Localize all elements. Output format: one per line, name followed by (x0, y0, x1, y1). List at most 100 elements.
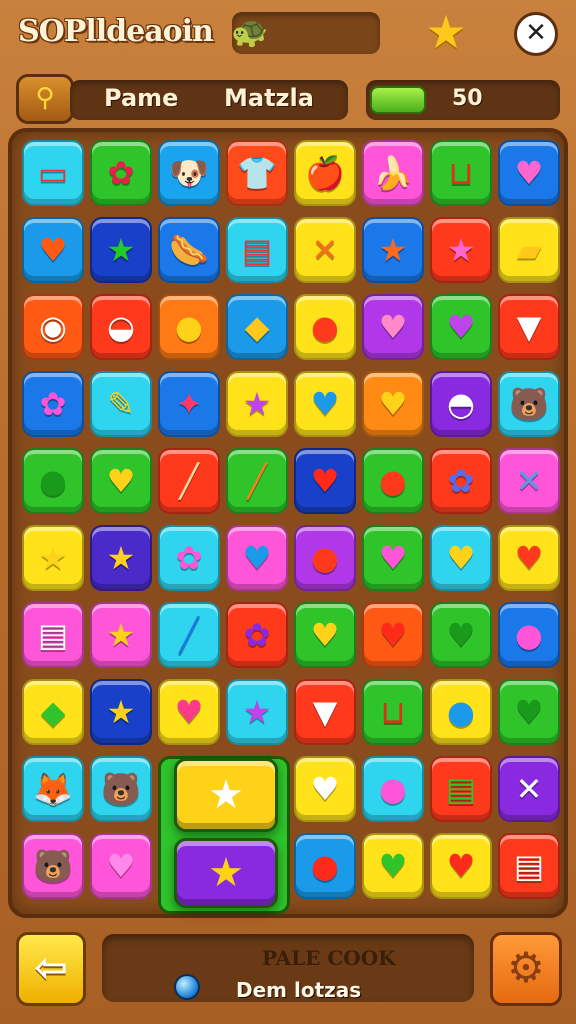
candy-tile[interactable]: ▤ (430, 756, 492, 822)
candy-tile[interactable]: ✿ (158, 525, 220, 591)
candy-tile[interactable]: ★ (362, 217, 424, 283)
candy-tile[interactable]: 🍌 (362, 140, 424, 206)
candy-tile[interactable]: ★ (90, 217, 152, 283)
blue-gem-icon (174, 974, 200, 1000)
candy-tile[interactable]: 🍎 (294, 140, 356, 206)
score-value: 50 (452, 86, 483, 111)
candy-tile[interactable]: ★ (226, 679, 288, 745)
info-bar: ⚲ Pame Matzla 50 (16, 74, 560, 124)
candy-tile[interactable]: ● (362, 756, 424, 822)
candy-tile[interactable]: ♥ (362, 294, 424, 360)
candy-tile[interactable]: ✿ (430, 448, 492, 514)
candy-tile[interactable]: ✕ (498, 756, 560, 822)
candy-tile[interactable]: ◉ (22, 294, 84, 360)
candy-tile[interactable]: ♥ (430, 525, 492, 591)
special-star-tile[interactable]: ★ (174, 838, 278, 908)
candy-tile[interactable]: ╱ (158, 602, 220, 668)
candy-tile[interactable]: ♥ (158, 679, 220, 745)
candy-tile[interactable]: ♥ (294, 448, 356, 514)
candy-tile[interactable]: ⊔ (430, 140, 492, 206)
candy-tile[interactable]: ✕ (294, 217, 356, 283)
candy-tile[interactable]: ♥ (90, 833, 152, 899)
candy-tile[interactable]: ♥ (498, 679, 560, 745)
candy-tile[interactable]: ╱ (226, 448, 288, 514)
candy-tile[interactable]: ★ (90, 525, 152, 591)
candy-tile[interactable]: ╱ (158, 448, 220, 514)
info-panel: PALE COOK Dem lotzas (102, 934, 474, 1002)
name-left: Pame (104, 84, 179, 112)
game-board: ▭ ✿ 🐶 👕 🍎 🍌 ⊔ ♥ ♥ ★ 🌭 ▤ ✕ ★ ★ ▰ ◉ ◒ ● ◆ ● ♥ ♥ ▼ ✿ ✎ ✦ ★ ♥ ♥ ◓ 🐻 ● ♥ ╱ ╱ ♥ ● ✿ ✕… (8, 128, 568, 918)
settings-button[interactable]: ⚙ (490, 932, 562, 1006)
candy-tile[interactable]: ♥ (362, 525, 424, 591)
close-button[interactable]: ✕ (514, 12, 558, 56)
candy-tile[interactable]: ▼ (498, 294, 560, 360)
candy-tile[interactable]: ♥ (362, 602, 424, 668)
candy-tile[interactable]: 👕 (226, 140, 288, 206)
panel-title: PALE COOK (262, 946, 396, 970)
candy-tile[interactable]: ♥ (362, 833, 424, 899)
candy-tile[interactable]: ◆ (22, 679, 84, 745)
candy-tile[interactable]: ♥ (430, 602, 492, 668)
candy-tile[interactable]: ★ (226, 371, 288, 437)
candy-tile[interactable]: ★ (22, 525, 84, 591)
candy-tile[interactable]: ♥ (294, 371, 356, 437)
candy-tile[interactable]: 🐻 (90, 756, 152, 822)
candy-tile[interactable]: ✦ (158, 371, 220, 437)
name-pill: Pame Matzla (70, 80, 348, 120)
candy-tile[interactable]: 🌭 (158, 217, 220, 283)
candy-tile[interactable]: ▰ (498, 217, 560, 283)
top-bar: SOPlldeaoin 🐢 ★ ✕ (0, 0, 576, 70)
star-icon[interactable]: ★ (420, 6, 472, 58)
candy-tile[interactable]: ● (362, 448, 424, 514)
candy-tile[interactable]: 🦊 (22, 756, 84, 822)
candy-tile[interactable]: ✕ (498, 448, 560, 514)
bottom-bar: ⇦ PALE COOK Dem lotzas ⚙ (0, 928, 576, 1024)
key-icon[interactable]: ⚲ (16, 74, 74, 124)
score-pill: 50 (366, 80, 560, 120)
candy-tile[interactable]: ● (498, 602, 560, 668)
candy-tile[interactable]: ♥ (294, 756, 356, 822)
currency-pill[interactable]: 🐢 (231, 12, 380, 54)
game-logo: SOPlldeaoin (18, 14, 214, 49)
candy-tile[interactable]: ★ (430, 217, 492, 283)
candy-tile[interactable]: ♥ (226, 525, 288, 591)
candy-tile[interactable]: ♥ (430, 833, 492, 899)
candy-tile[interactable]: ✎ (90, 371, 152, 437)
candy-tile[interactable]: ▤ (498, 833, 560, 899)
candy-tile[interactable]: ▤ (226, 217, 288, 283)
candy-tile[interactable]: ▼ (294, 679, 356, 745)
candy-tile[interactable]: ● (430, 679, 492, 745)
candy-tile[interactable]: ✿ (22, 371, 84, 437)
candy-tile[interactable]: ◆ (226, 294, 288, 360)
name-right: Matzla (224, 84, 314, 112)
candy-tile[interactable]: ● (22, 448, 84, 514)
candy-tile[interactable]: ♥ (362, 371, 424, 437)
candy-tile[interactable]: ● (294, 294, 356, 360)
candy-tile[interactable]: ◓ (430, 371, 492, 437)
candy-tile[interactable]: ▤ (22, 602, 84, 668)
candy-tile[interactable]: ✿ (226, 602, 288, 668)
candy-tile[interactable]: ♥ (22, 217, 84, 283)
candy-tile[interactable]: ✿ (90, 140, 152, 206)
candy-tile[interactable]: 🐶 (158, 140, 220, 206)
candy-tile[interactable]: ⊔ (362, 679, 424, 745)
candy-tile[interactable]: ● (294, 833, 356, 899)
candy-tile[interactable]: ♥ (90, 448, 152, 514)
candy-tile[interactable]: ♥ (498, 525, 560, 591)
score-progress-fill (370, 86, 426, 114)
candy-tile[interactable]: 🐻 (498, 371, 560, 437)
back-button[interactable]: ⇦ (16, 932, 86, 1006)
candy-tile[interactable]: ♥ (430, 294, 492, 360)
candy-tile[interactable]: ♥ (294, 602, 356, 668)
candy-tile[interactable]: ★ (90, 602, 152, 668)
turtle-icon: 🐢 (231, 15, 269, 50)
special-star-tile[interactable]: ★ (174, 758, 278, 832)
panel-text: Dem lotzas (236, 978, 362, 1002)
candy-tile[interactable]: ♥ (498, 140, 560, 206)
candy-tile[interactable]: 🐻 (22, 833, 84, 899)
candy-tile[interactable]: ● (294, 525, 356, 591)
candy-tile[interactable]: ★ (90, 679, 152, 745)
candy-tile[interactable]: ▭ (22, 140, 84, 206)
candy-tile[interactable]: ● (158, 294, 220, 360)
candy-tile[interactable]: ◒ (90, 294, 152, 360)
